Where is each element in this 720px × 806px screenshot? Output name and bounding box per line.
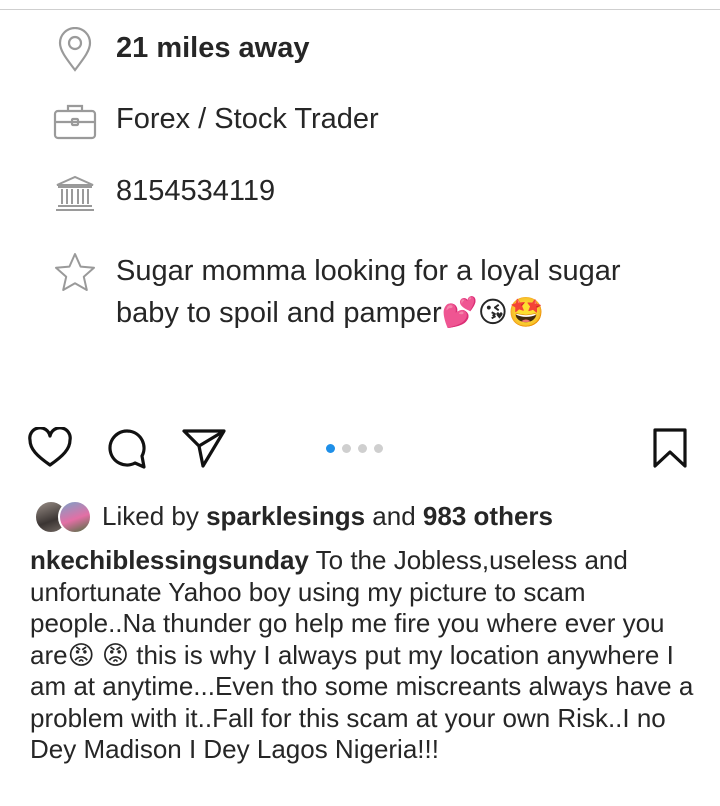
- comment-button[interactable]: [100, 424, 152, 476]
- avatar: [58, 500, 92, 534]
- job-text: Forex / Stock Trader: [116, 103, 379, 135]
- location-row: 21 miles away: [52, 27, 309, 73]
- star-icon: [52, 250, 98, 296]
- likes-summary[interactable]: Liked by sparklesings and 983 others: [34, 498, 553, 534]
- bio-text: Sugar momma looking for a loyal sugar ba…: [116, 255, 621, 329]
- post-caption: nkechiblessingsunday To the Jobless,usel…: [30, 545, 702, 766]
- carousel-dot: [374, 444, 383, 453]
- carousel-dot: [358, 444, 367, 453]
- job-row: Forex / Stock Trader: [52, 98, 379, 144]
- save-button[interactable]: [644, 424, 696, 476]
- bank-text: 8154534119: [116, 175, 276, 207]
- share-button[interactable]: [178, 424, 230, 476]
- caption-text: To the Jobless,useless and unfortunate Y…: [30, 545, 694, 764]
- bank-row: 8154534119: [52, 170, 275, 216]
- likes-count[interactable]: 983 others: [423, 501, 553, 531]
- liker-username[interactable]: sparklesings: [206, 501, 365, 531]
- bio-row: Sugar momma looking for a loyal sugar ba…: [52, 250, 676, 334]
- likes-and: and: [372, 500, 416, 531]
- briefcase-icon: [52, 98, 98, 144]
- liker-avatars: [34, 498, 98, 534]
- map-pin-icon: [52, 27, 98, 73]
- like-button[interactable]: [24, 424, 76, 476]
- send-icon: [181, 427, 227, 474]
- carousel-indicator: [326, 444, 383, 453]
- caption-username[interactable]: nkechiblessingsunday: [30, 545, 309, 575]
- heart-icon: [27, 425, 73, 474]
- top-divider: [0, 9, 720, 10]
- bookmark-icon: [651, 427, 689, 474]
- carousel-dot: [326, 444, 335, 453]
- bank-icon: [52, 170, 98, 216]
- likes-text: Liked by sparklesings and 983 others: [102, 501, 553, 532]
- likes-prefix: Liked by: [102, 500, 199, 531]
- carousel-dot: [342, 444, 351, 453]
- location-text: 21 miles away: [116, 32, 310, 64]
- comment-icon: [104, 426, 148, 475]
